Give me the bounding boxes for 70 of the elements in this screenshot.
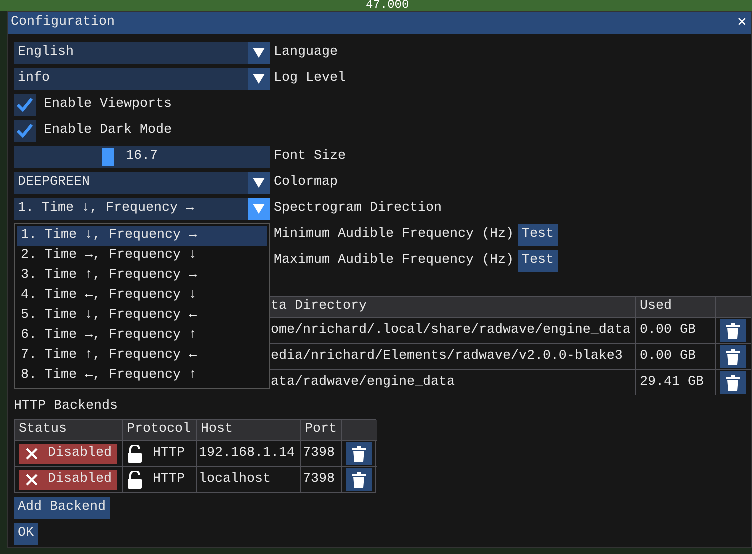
- section-title: HTTP Backends: [14, 398, 119, 416]
- setting-label: Font Size: [274, 149, 346, 165]
- setting-label: Enable Viewports: [44, 97, 172, 113]
- trash-icon: [726, 348, 740, 364]
- test-button[interactable]: Test: [518, 224, 558, 246]
- column-header: [342, 420, 377, 440]
- column-header: Status: [15, 420, 123, 440]
- trash-icon: [352, 446, 366, 462]
- table-cell: 29.41 GB: [636, 369, 716, 395]
- column-header: Host: [197, 420, 301, 440]
- setting-label: Colormap: [274, 175, 338, 191]
- setting-label: Log Level: [274, 71, 346, 87]
- setting-label: Spectrogram Direction: [274, 201, 442, 217]
- dropdown-arrow-icon: [253, 74, 265, 84]
- dropdown[interactable]: English: [14, 42, 270, 64]
- checkbox[interactable]: [14, 120, 36, 142]
- close-button[interactable]: ×: [735, 15, 749, 31]
- dropdown-option[interactable]: 8. Time ←, Frequency ↑: [17, 366, 267, 386]
- setting-label: Maximum Audible Frequency (Hz): [274, 253, 514, 269]
- setting-label: Minimum Audible Frequency (Hz): [274, 227, 514, 243]
- trash-icon: [352, 472, 366, 488]
- test-button[interactable]: Test: [518, 250, 558, 272]
- trash-icon: [726, 322, 740, 338]
- table-cell: 0.00 GB: [636, 343, 716, 369]
- cross-icon: [26, 474, 38, 486]
- dropdown-option[interactable]: 5. Time ↓, Frequency ←: [17, 306, 267, 326]
- table-cell: HTTP: [153, 472, 185, 488]
- window-title: Configuration: [11, 15, 115, 31]
- table-cell: 7398: [301, 466, 342, 492]
- column-header: Protocol: [123, 420, 197, 440]
- axis-label: 47.000: [366, 0, 410, 11]
- setting-label: Enable Dark Mode: [44, 123, 172, 139]
- dropdown-arrow-icon: [253, 204, 265, 214]
- dropdown[interactable]: DEEPGREEN: [14, 172, 270, 194]
- table-cell: ome/nrichard/.local/share/radwave/engine_data: [270, 317, 636, 343]
- action-button[interactable]: OK: [14, 523, 38, 545]
- table-cell: HTTP: [153, 446, 185, 462]
- setting-label: Language: [274, 45, 338, 61]
- dropdown-option[interactable]: 3. Time ↑, Frequency →: [17, 266, 267, 286]
- checkbox[interactable]: [14, 94, 36, 116]
- dropdown-option[interactable]: 1. Time ↓, Frequency →: [17, 226, 267, 246]
- cross-icon: [26, 448, 38, 460]
- column-header: ta Directory: [270, 297, 636, 317]
- table-cell: edia/nrichard/Elements/radwave/v2.0.0-blake3: [270, 343, 636, 369]
- dropdown-arrow-icon: [253, 178, 265, 188]
- dropdown[interactable]: info: [14, 68, 270, 90]
- status-text: Disabled: [48, 446, 112, 462]
- action-button[interactable]: Add Backend: [14, 497, 110, 519]
- dropdown-option[interactable]: 6. Time →, Frequency ↑: [17, 326, 267, 346]
- dropdown[interactable]: 1. Time ↓, Frequency →: [14, 198, 270, 220]
- slider[interactable]: 16.7: [14, 146, 270, 168]
- delete-button[interactable]: [346, 442, 372, 465]
- table-cell: 0.00 GB: [636, 317, 716, 343]
- column-header: Used: [636, 297, 716, 317]
- dropdown-option[interactable]: 7. Time ↑, Frequency ←: [17, 346, 267, 366]
- table-cell: 7398: [301, 440, 342, 466]
- table-cell: ata/radwave/engine_data: [270, 369, 636, 395]
- delete-button[interactable]: [720, 319, 746, 342]
- slider-value: 16.7: [126, 149, 158, 165]
- dropdown-option[interactable]: 4. Time ←, Frequency ↓: [17, 286, 267, 306]
- status-text: Disabled: [48, 472, 112, 488]
- dropdown-arrow-icon: [253, 48, 265, 58]
- trash-icon: [726, 374, 740, 390]
- table-cell: localhost: [197, 466, 301, 492]
- table-cell: 192.168.1.14: [197, 440, 301, 466]
- column-header: Port: [301, 420, 342, 440]
- delete-button[interactable]: [720, 371, 746, 394]
- delete-button[interactable]: [346, 468, 372, 491]
- delete-button[interactable]: [720, 345, 746, 368]
- dropdown-option[interactable]: 2. Time →, Frequency ↓: [17, 246, 267, 266]
